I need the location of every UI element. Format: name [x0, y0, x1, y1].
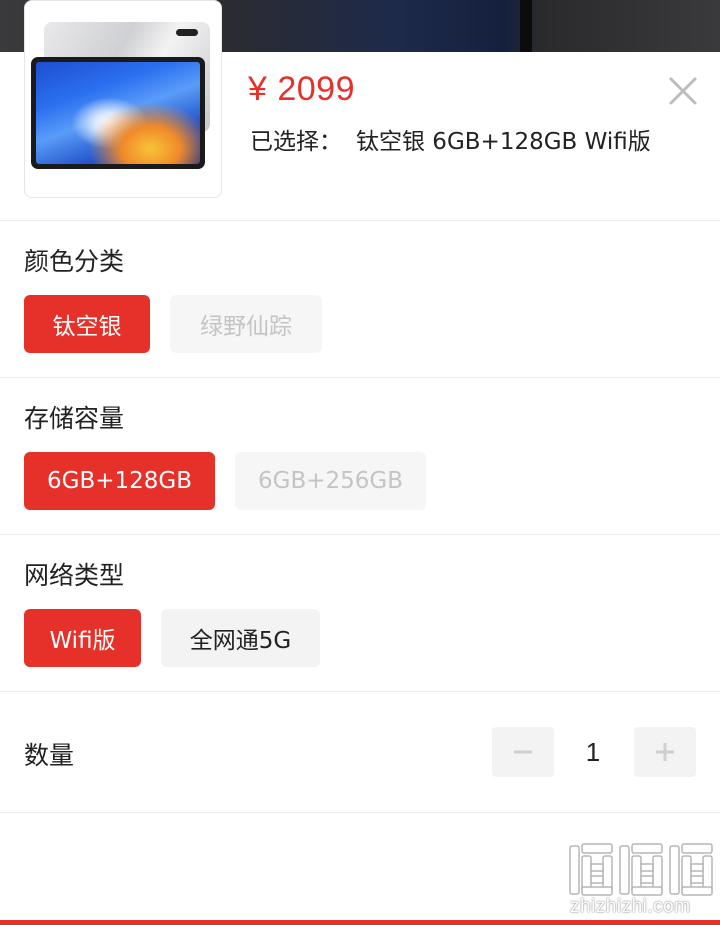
sku-sheet: ¥ 2099 已选择： 钛空银 6GB+128GB Wifi版 颜色分类 钛空银 … [0, 0, 720, 925]
option-network-wifi[interactable]: Wifi版 [24, 609, 141, 667]
option-color-green[interactable]: 绿野仙踪 [170, 295, 322, 353]
product-thumbnail [24, 0, 222, 198]
tablet-camera [176, 29, 198, 36]
section-title-storage: 存储容量 [24, 404, 125, 433]
quantity-value[interactable]: 1 [568, 737, 618, 768]
selected-label: 已选择： [250, 129, 342, 155]
minus-icon [514, 750, 532, 754]
quantity-increment-button[interactable] [634, 727, 696, 777]
divider [0, 377, 720, 378]
divider [0, 534, 720, 535]
bottom-accent-bar [0, 920, 720, 925]
quantity-decrement-button[interactable] [492, 727, 554, 777]
section-title-color: 颜色分类 [24, 247, 125, 276]
watermark-url: zhizhizhi.com [570, 896, 691, 917]
backdrop-stripe [520, 0, 532, 52]
tablet-front-image [31, 57, 205, 169]
divider [0, 812, 720, 813]
section-title-network: 网络类型 [24, 561, 125, 590]
option-storage-128[interactable]: 6GB+128GB [24, 452, 215, 510]
option-network-5g[interactable]: 全网通5G [161, 609, 320, 667]
sku-selector-page: ¥ 2099 已选择： 钛空银 6GB+128GB Wifi版 颜色分类 钛空银 … [0, 0, 720, 925]
divider [0, 691, 720, 692]
divider [0, 220, 720, 221]
selected-summary: 已选择： 钛空银 6GB+128GB Wifi版 [250, 122, 651, 156]
quantity-label: 数量 [24, 741, 75, 770]
tablet-screen [36, 62, 200, 164]
product-price: ¥ 2099 [248, 70, 355, 108]
selected-value: 钛空银 6GB+128GB Wifi版 [356, 129, 651, 155]
close-button[interactable] [668, 76, 698, 106]
close-icon [669, 77, 697, 105]
option-storage-256[interactable]: 6GB+256GB [235, 452, 426, 510]
option-color-titanium-silver[interactable]: 钛空银 [24, 295, 150, 353]
plus-icon [656, 743, 674, 761]
